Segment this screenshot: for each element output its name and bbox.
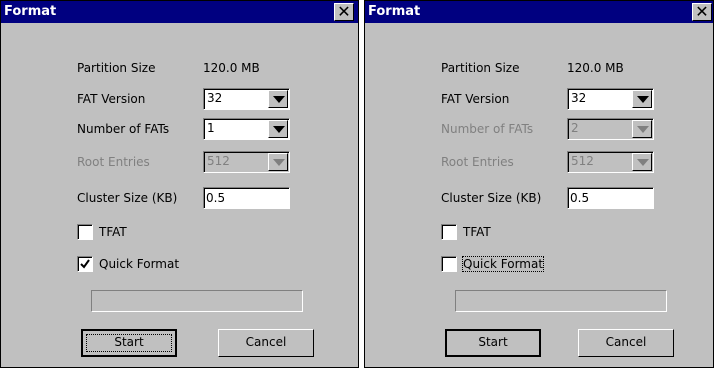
start-button[interactable]: Start — [81, 329, 177, 357]
quick-format-checkbox[interactable] — [77, 256, 93, 272]
quick-format-checkbox[interactable] — [441, 256, 457, 272]
tfat-row: TFAT — [1, 223, 358, 247]
quick-format-label[interactable]: Quick Format — [461, 256, 545, 272]
close-button[interactable]: ✕ — [334, 3, 354, 21]
cluster-size-input[interactable]: 0.5 — [567, 187, 654, 209]
start-button-label: Start — [114, 335, 144, 349]
fats-row: Number of FATs 1 — [1, 118, 358, 142]
partition-size-label: Partition Size — [77, 61, 156, 75]
fat-version-select[interactable]: 32 — [203, 88, 290, 110]
fats-value: 1 — [207, 121, 215, 135]
button-row: Start Cancel — [365, 329, 713, 357]
cluster-size-label: Cluster Size (KB) — [77, 191, 178, 205]
chevron-down-icon — [637, 159, 649, 166]
cluster-size-label: Cluster Size (KB) — [441, 191, 542, 205]
quick-format-label[interactable]: Quick Format — [99, 257, 179, 271]
fats-select: 2 — [567, 118, 654, 140]
cancel-button[interactable]: Cancel — [578, 329, 674, 357]
root-entries-row: Root Entries 512 — [1, 151, 358, 175]
cluster-size-input[interactable]: 0.5 — [203, 187, 290, 209]
fat-version-label: FAT Version — [77, 92, 146, 106]
quick-format-row: Quick Format — [365, 255, 713, 279]
title-bar: Format ✕ — [365, 1, 713, 23]
partition-size-value: 120.0 MB — [567, 61, 624, 75]
partition-size-row: Partition Size 120.0 MB — [365, 57, 713, 81]
start-button-label: Start — [478, 335, 508, 349]
chevron-down-icon — [637, 96, 649, 103]
fats-dropdown-button — [632, 120, 652, 138]
fat-version-dropdown-button[interactable] — [268, 90, 288, 108]
close-icon: ✕ — [337, 2, 351, 21]
fat-version-row: FAT Version 32 — [365, 88, 713, 112]
partition-size-label: Partition Size — [441, 61, 520, 75]
fat-version-value: 32 — [207, 91, 223, 105]
root-entries-label: Root Entries — [441, 155, 514, 169]
chevron-down-icon — [273, 126, 285, 133]
close-icon: ✕ — [695, 2, 709, 21]
cancel-button-label: Cancel — [605, 335, 647, 349]
close-button[interactable]: ✕ — [692, 3, 712, 21]
fat-version-row: FAT Version 32 — [1, 88, 358, 112]
chevron-down-icon — [637, 126, 649, 133]
format-progress-bar — [455, 290, 667, 312]
cancel-button[interactable]: Cancel — [218, 329, 314, 357]
start-button[interactable]: Start — [445, 329, 541, 357]
fats-row: Number of FATs 2 — [365, 118, 713, 142]
checkmark-icon — [80, 259, 90, 269]
partition-size-value: 120.0 MB — [203, 61, 260, 75]
format-dialog-left: Format ✕ Partition Size 120.0 MB FAT Ver… — [0, 0, 359, 368]
tfat-label[interactable]: TFAT — [463, 225, 491, 239]
fats-dropdown-button[interactable] — [268, 120, 288, 138]
format-progress-bar — [91, 290, 303, 312]
partition-size-row: Partition Size 120.0 MB — [1, 57, 358, 81]
fats-select[interactable]: 1 — [203, 118, 290, 140]
dialog-title: Format — [4, 4, 57, 19]
fat-version-select[interactable]: 32 — [567, 88, 654, 110]
fat-version-value: 32 — [571, 91, 587, 105]
quick-format-row: Quick Format — [1, 255, 358, 279]
root-entries-row: Root Entries 512 — [365, 151, 713, 175]
dialog-title: Format — [368, 4, 421, 19]
tfat-checkbox[interactable] — [77, 224, 93, 240]
root-entries-value: 512 — [207, 154, 230, 168]
root-entries-dropdown-button — [632, 153, 652, 171]
root-entries-select: 512 — [567, 151, 654, 173]
fats-label: Number of FATs — [77, 122, 170, 136]
tfat-row: TFAT — [365, 223, 713, 247]
fats-label: Number of FATs — [441, 122, 534, 136]
tfat-label[interactable]: TFAT — [99, 225, 127, 239]
root-entries-label: Root Entries — [77, 155, 150, 169]
title-bar: Format ✕ — [1, 1, 358, 23]
fat-version-label: FAT Version — [441, 92, 510, 106]
root-entries-value: 512 — [571, 154, 594, 168]
chevron-down-icon — [273, 159, 285, 166]
root-entries-select: 512 — [203, 151, 290, 173]
button-row: Start Cancel — [1, 329, 358, 357]
fats-value: 2 — [571, 121, 579, 135]
format-dialog-right: Format ✕ Partition Size 120.0 MB FAT Ver… — [364, 0, 714, 368]
root-entries-dropdown-button — [268, 153, 288, 171]
tfat-checkbox[interactable] — [441, 224, 457, 240]
cluster-size-row: Cluster Size (KB) 0.5 — [365, 187, 713, 211]
fat-version-dropdown-button[interactable] — [632, 90, 652, 108]
cluster-size-row: Cluster Size (KB) 0.5 — [1, 187, 358, 211]
chevron-down-icon — [273, 96, 285, 103]
cancel-button-label: Cancel — [245, 335, 287, 349]
